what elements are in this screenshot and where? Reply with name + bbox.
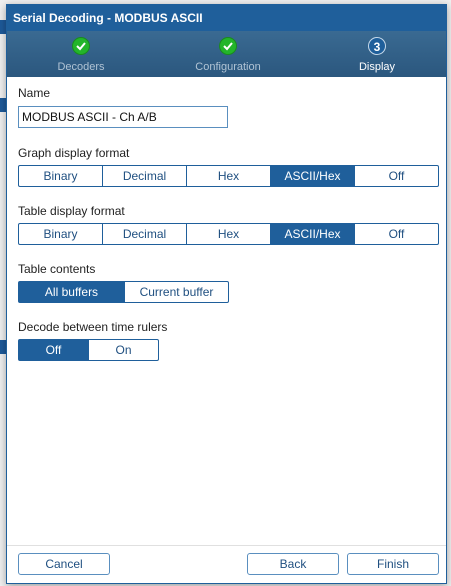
name-label: Name (18, 86, 51, 100)
graph-format-binary[interactable]: Binary (19, 166, 102, 186)
wizard-stepper: Decoders Configuration 3 Display (7, 31, 446, 77)
table-format-decimal[interactable]: Decimal (102, 224, 186, 244)
decode-between-selector: Off On (18, 339, 159, 361)
table-contents-all-buffers[interactable]: All buffers (19, 282, 124, 302)
table-contents-label: Table contents (18, 262, 96, 276)
step-display[interactable]: 3 Display (307, 31, 447, 77)
decode-between-off[interactable]: Off (19, 340, 88, 360)
decode-between-on[interactable]: On (88, 340, 158, 360)
graph-format-label: Graph display format (18, 146, 130, 160)
graph-format-off[interactable]: Off (354, 166, 438, 186)
back-button[interactable]: Back (247, 553, 339, 575)
name-input[interactable] (18, 106, 228, 128)
step-label: Display (358, 61, 396, 73)
step-decoders[interactable]: Decoders (11, 31, 151, 77)
table-format-binary[interactable]: Binary (19, 224, 102, 244)
graph-format-selector: Binary Decimal Hex ASCII/Hex Off (18, 165, 439, 187)
graph-format-hex[interactable]: Hex (186, 166, 270, 186)
step-label: Configuration (195, 61, 261, 73)
dialog-title: Serial Decoding - MODBUS ASCII (7, 5, 446, 31)
check-icon (219, 37, 237, 55)
footer-divider (7, 545, 446, 546)
cancel-button[interactable]: Cancel (18, 553, 110, 575)
step-label: Decoders (57, 61, 105, 73)
table-format-ascii-hex[interactable]: ASCII/Hex (270, 224, 354, 244)
graph-format-decimal[interactable]: Decimal (102, 166, 186, 186)
serial-decoding-dialog: Serial Decoding - MODBUS ASCII Decoders … (6, 4, 447, 584)
table-format-hex[interactable]: Hex (186, 224, 270, 244)
check-icon (72, 37, 90, 55)
finish-button[interactable]: Finish (347, 553, 439, 575)
table-format-label: Table display format (18, 204, 125, 218)
table-format-off[interactable]: Off (354, 224, 438, 244)
graph-format-ascii-hex[interactable]: ASCII/Hex (270, 166, 354, 186)
step-configuration[interactable]: Configuration (158, 31, 298, 77)
decode-between-label: Decode between time rulers (18, 320, 168, 334)
table-contents-current-buffer[interactable]: Current buffer (124, 282, 228, 302)
step-number-badge: 3 (368, 37, 386, 55)
table-contents-selector: All buffers Current buffer (18, 281, 229, 303)
table-format-selector: Binary Decimal Hex ASCII/Hex Off (18, 223, 439, 245)
